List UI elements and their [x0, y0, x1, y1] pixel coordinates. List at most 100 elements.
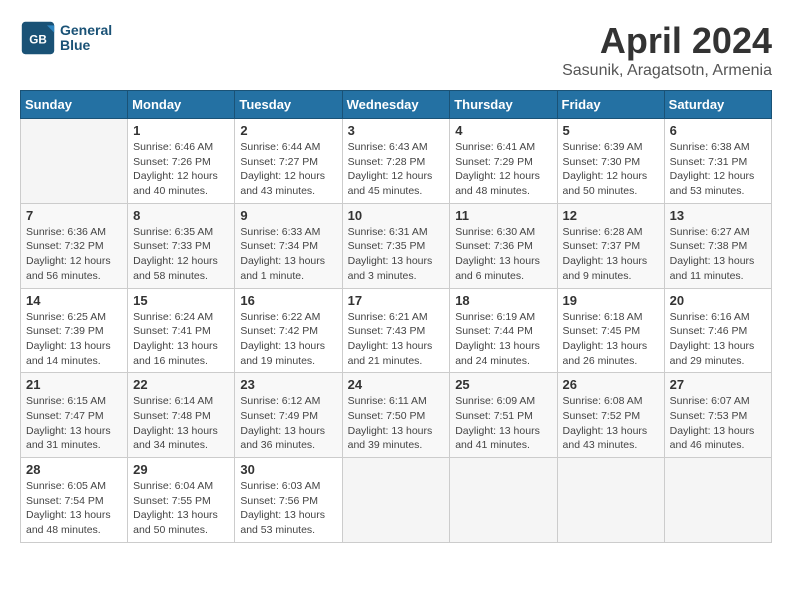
- day-number: 4: [455, 123, 551, 138]
- weekday-header: Thursday: [450, 91, 557, 119]
- day-number: 17: [348, 293, 445, 308]
- day-number: 9: [240, 208, 336, 223]
- calendar-cell: 12 Sunrise: 6:28 AM Sunset: 7:37 PM Dayli…: [557, 203, 664, 288]
- day-number: 5: [563, 123, 659, 138]
- calendar-cell: 7 Sunrise: 6:36 AM Sunset: 7:32 PM Daylig…: [21, 203, 128, 288]
- weekday-header: Sunday: [21, 91, 128, 119]
- day-info: Sunrise: 6:04 AM Sunset: 7:55 PM Dayligh…: [133, 479, 229, 538]
- calendar-cell: 11 Sunrise: 6:30 AM Sunset: 7:36 PM Dayli…: [450, 203, 557, 288]
- day-info: Sunrise: 6:41 AM Sunset: 7:29 PM Dayligh…: [455, 140, 551, 199]
- day-number: 28: [26, 462, 122, 477]
- calendar-cell: 26 Sunrise: 6:08 AM Sunset: 7:52 PM Dayli…: [557, 373, 664, 458]
- day-info: Sunrise: 6:18 AM Sunset: 7:45 PM Dayligh…: [563, 310, 659, 369]
- calendar-cell: 24Sunrise: 6:11 AM Sunset: 7:50 PM Dayli…: [342, 373, 450, 458]
- day-number: 25: [455, 377, 551, 392]
- day-number: 20: [670, 293, 766, 308]
- calendar-cell: 30 Sunrise: 6:03 AM Sunset: 7:56 PM Dayli…: [235, 458, 342, 543]
- calendar-cell: 10Sunrise: 6:31 AM Sunset: 7:35 PM Dayli…: [342, 203, 450, 288]
- day-info: Sunrise: 6:15 AM Sunset: 7:47 PM Dayligh…: [26, 394, 122, 453]
- day-info: Sunrise: 6:44 AM Sunset: 7:27 PM Dayligh…: [240, 140, 336, 199]
- calendar-week-row: 7 Sunrise: 6:36 AM Sunset: 7:32 PM Daylig…: [21, 203, 772, 288]
- calendar-cell: [21, 119, 128, 204]
- calendar-cell: 14 Sunrise: 6:25 AM Sunset: 7:39 PM Dayli…: [21, 288, 128, 373]
- day-number: 22: [133, 377, 229, 392]
- calendar-week-row: 14 Sunrise: 6:25 AM Sunset: 7:39 PM Dayli…: [21, 288, 772, 373]
- day-number: 7: [26, 208, 122, 223]
- calendar-week-row: 28 Sunrise: 6:05 AM Sunset: 7:54 PM Dayli…: [21, 458, 772, 543]
- day-info: Sunrise: 6:16 AM Sunset: 7:46 PM Dayligh…: [670, 310, 766, 369]
- calendar-cell: 8Sunrise: 6:35 AM Sunset: 7:33 PM Daylig…: [128, 203, 235, 288]
- logo-line2: Blue: [60, 38, 112, 53]
- calendar-cell: 28 Sunrise: 6:05 AM Sunset: 7:54 PM Dayli…: [21, 458, 128, 543]
- calendar-cell: 19Sunrise: 6:18 AM Sunset: 7:45 PM Dayli…: [557, 288, 664, 373]
- weekday-header: Wednesday: [342, 91, 450, 119]
- day-number: 30: [240, 462, 336, 477]
- day-info: Sunrise: 6:38 AM Sunset: 7:31 PM Dayligh…: [670, 140, 766, 199]
- calendar-week-row: 1 Sunrise: 6:46 AM Sunset: 7:26 PM Daylig…: [21, 119, 772, 204]
- day-info: Sunrise: 6:30 AM Sunset: 7:36 PM Dayligh…: [455, 225, 551, 284]
- weekday-header: Monday: [128, 91, 235, 119]
- calendar-table: SundayMondayTuesdayWednesdayThursdayFrid…: [20, 90, 772, 543]
- day-number: 11: [455, 208, 551, 223]
- logo-text: General Blue: [60, 23, 112, 54]
- day-info: Sunrise: 6:09 AM Sunset: 7:51 PM Dayligh…: [455, 394, 551, 453]
- calendar-cell: 15 Sunrise: 6:24 AM Sunset: 7:41 PM Dayli…: [128, 288, 235, 373]
- calendar-cell: 4 Sunrise: 6:41 AM Sunset: 7:29 PM Daylig…: [450, 119, 557, 204]
- calendar-cell: 27 Sunrise: 6:07 AM Sunset: 7:53 PM Dayli…: [664, 373, 771, 458]
- day-number: 12: [563, 208, 659, 223]
- day-number: 16: [240, 293, 336, 308]
- page-header: GB General Blue April 2024 Sasunik, Arag…: [20, 20, 772, 80]
- calendar-cell: 16Sunrise: 6:22 AM Sunset: 7:42 PM Dayli…: [235, 288, 342, 373]
- day-info: Sunrise: 6:03 AM Sunset: 7:56 PM Dayligh…: [240, 479, 336, 538]
- calendar-cell: [557, 458, 664, 543]
- calendar-cell: 3 Sunrise: 6:43 AM Sunset: 7:28 PM Daylig…: [342, 119, 450, 204]
- calendar-cell: 9 Sunrise: 6:33 AM Sunset: 7:34 PM Daylig…: [235, 203, 342, 288]
- calendar-cell: 20 Sunrise: 6:16 AM Sunset: 7:46 PM Dayli…: [664, 288, 771, 373]
- day-info: Sunrise: 6:11 AM Sunset: 7:50 PM Dayligh…: [348, 394, 445, 453]
- day-number: 2: [240, 123, 336, 138]
- day-number: 14: [26, 293, 122, 308]
- svg-text:GB: GB: [29, 33, 47, 46]
- day-info: Sunrise: 6:24 AM Sunset: 7:41 PM Dayligh…: [133, 310, 229, 369]
- logo-line1: General: [60, 23, 112, 38]
- day-info: Sunrise: 6:43 AM Sunset: 7:28 PM Dayligh…: [348, 140, 445, 199]
- calendar-cell: 2 Sunrise: 6:44 AM Sunset: 7:27 PM Daylig…: [235, 119, 342, 204]
- day-number: 18: [455, 293, 551, 308]
- day-number: 27: [670, 377, 766, 392]
- day-number: 15: [133, 293, 229, 308]
- day-number: 6: [670, 123, 766, 138]
- calendar-cell: 6 Sunrise: 6:38 AM Sunset: 7:31 PM Daylig…: [664, 119, 771, 204]
- day-number: 3: [348, 123, 445, 138]
- day-info: Sunrise: 6:36 AM Sunset: 7:32 PM Dayligh…: [26, 225, 122, 284]
- day-info: Sunrise: 6:33 AM Sunset: 7:34 PM Dayligh…: [240, 225, 336, 284]
- weekday-header: Friday: [557, 91, 664, 119]
- logo: GB General Blue: [20, 20, 112, 56]
- day-info: Sunrise: 6:39 AM Sunset: 7:30 PM Dayligh…: [563, 140, 659, 199]
- month-title: April 2024: [562, 20, 772, 62]
- calendar-cell: 23Sunrise: 6:12 AM Sunset: 7:49 PM Dayli…: [235, 373, 342, 458]
- title-block: April 2024 Sasunik, Aragatsotn, Armenia: [562, 20, 772, 80]
- day-info: Sunrise: 6:07 AM Sunset: 7:53 PM Dayligh…: [670, 394, 766, 453]
- day-info: Sunrise: 6:25 AM Sunset: 7:39 PM Dayligh…: [26, 310, 122, 369]
- day-info: Sunrise: 6:28 AM Sunset: 7:37 PM Dayligh…: [563, 225, 659, 284]
- day-info: Sunrise: 6:14 AM Sunset: 7:48 PM Dayligh…: [133, 394, 229, 453]
- calendar-week-row: 21 Sunrise: 6:15 AM Sunset: 7:47 PM Dayli…: [21, 373, 772, 458]
- day-info: Sunrise: 6:21 AM Sunset: 7:43 PM Dayligh…: [348, 310, 445, 369]
- day-info: Sunrise: 6:12 AM Sunset: 7:49 PM Dayligh…: [240, 394, 336, 453]
- weekday-header-row: SundayMondayTuesdayWednesdayThursdayFrid…: [21, 91, 772, 119]
- day-info: Sunrise: 6:05 AM Sunset: 7:54 PM Dayligh…: [26, 479, 122, 538]
- location-title: Sasunik, Aragatsotn, Armenia: [562, 62, 772, 80]
- day-number: 26: [563, 377, 659, 392]
- calendar-cell: 17 Sunrise: 6:21 AM Sunset: 7:43 PM Dayli…: [342, 288, 450, 373]
- calendar-cell: 5 Sunrise: 6:39 AM Sunset: 7:30 PM Daylig…: [557, 119, 664, 204]
- day-info: Sunrise: 6:08 AM Sunset: 7:52 PM Dayligh…: [563, 394, 659, 453]
- day-number: 21: [26, 377, 122, 392]
- weekday-header: Saturday: [664, 91, 771, 119]
- day-info: Sunrise: 6:46 AM Sunset: 7:26 PM Dayligh…: [133, 140, 229, 199]
- day-number: 8: [133, 208, 229, 223]
- day-info: Sunrise: 6:31 AM Sunset: 7:35 PM Dayligh…: [348, 225, 445, 284]
- weekday-header: Tuesday: [235, 91, 342, 119]
- day-info: Sunrise: 6:19 AM Sunset: 7:44 PM Dayligh…: [455, 310, 551, 369]
- day-number: 29: [133, 462, 229, 477]
- day-number: 1: [133, 123, 229, 138]
